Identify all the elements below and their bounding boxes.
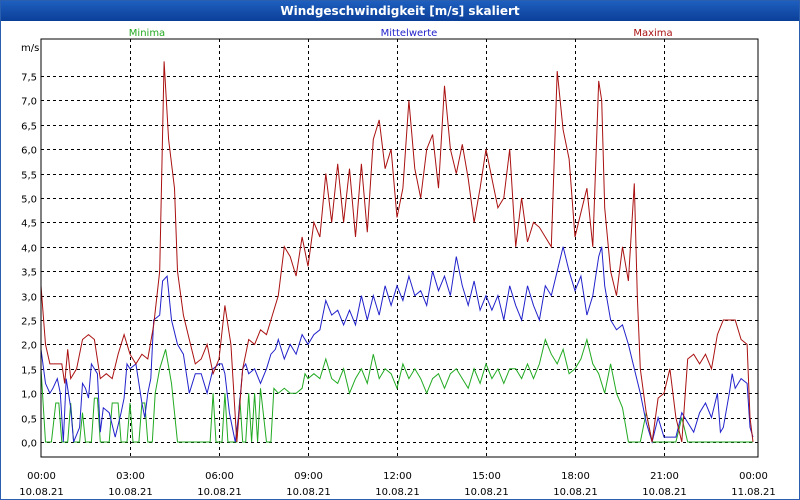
y-tick-label: 0,0 — [21, 439, 37, 450]
x-tick-date: 10.08.21 — [19, 487, 64, 498]
x-tick-date: 11.08.21 — [731, 487, 776, 498]
x-tick-time: 12:00 — [383, 471, 412, 482]
x-tick-time: 18:00 — [561, 471, 590, 482]
plot-frame — [40, 38, 759, 458]
x-tick-date: 10.08.21 — [108, 487, 153, 498]
x-tick-time: 00:00 — [27, 471, 56, 482]
y-tick-label: 1,0 — [21, 390, 37, 401]
legend-minima: Minima — [129, 28, 165, 39]
legend-mittelwerte: Mittelwerte — [381, 28, 438, 39]
x-tick-date: 10.08.21 — [642, 487, 687, 498]
y-tick-label: 2,5 — [21, 317, 37, 328]
chart-window: Windgeschwindigkeit [m/s] skaliert 0,0 0,… — [0, 0, 800, 500]
x-tick-date: 10.08.21 — [553, 487, 598, 498]
axes — [40, 38, 759, 458]
x-tick-time: 09:00 — [294, 471, 323, 482]
x-tick-time: 21:00 — [650, 471, 679, 482]
y-tick-label: 6,5 — [21, 122, 37, 133]
y-tick-label: 3,5 — [21, 268, 37, 279]
y-axis-label: m/s — [21, 43, 39, 54]
y-tick-label: 3,0 — [21, 293, 37, 304]
y-tick-label: 1,5 — [21, 366, 37, 377]
y-tick-label: 2,0 — [21, 341, 37, 352]
y-tick-label: 5,5 — [21, 171, 37, 182]
grid — [41, 39, 758, 457]
y-tick-label: 4,5 — [21, 219, 37, 230]
chart-canvas: 0,0 0,5 1,0 1,5 2,0 2,5 3,0 3,5 4,0 4,5 5,0 5,5 6,0 6… — [19, 28, 776, 498]
y-tick-label: 4,0 — [21, 244, 37, 255]
y-tick-label: 6,0 — [21, 146, 37, 157]
y-tick-label: 5,0 — [21, 195, 37, 206]
legend-maxima: Maxima — [633, 28, 672, 39]
x-tick-date: 10.08.21 — [197, 487, 242, 498]
x-tick-time: 00:00 — [739, 471, 768, 482]
x-tick-date: 10.08.21 — [375, 487, 420, 498]
y-tick-label: 0,5 — [21, 415, 37, 426]
y-tick-label: 7,5 — [21, 73, 37, 84]
x-tick-date: 10.08.21 — [286, 487, 331, 498]
x-tick-time: 06:00 — [205, 471, 234, 482]
x-tick-time: 15:00 — [472, 471, 501, 482]
x-tick-date: 10.08.21 — [464, 487, 509, 498]
x-tick-time: 03:00 — [116, 471, 145, 482]
y-tick-label: 7,0 — [21, 97, 37, 108]
